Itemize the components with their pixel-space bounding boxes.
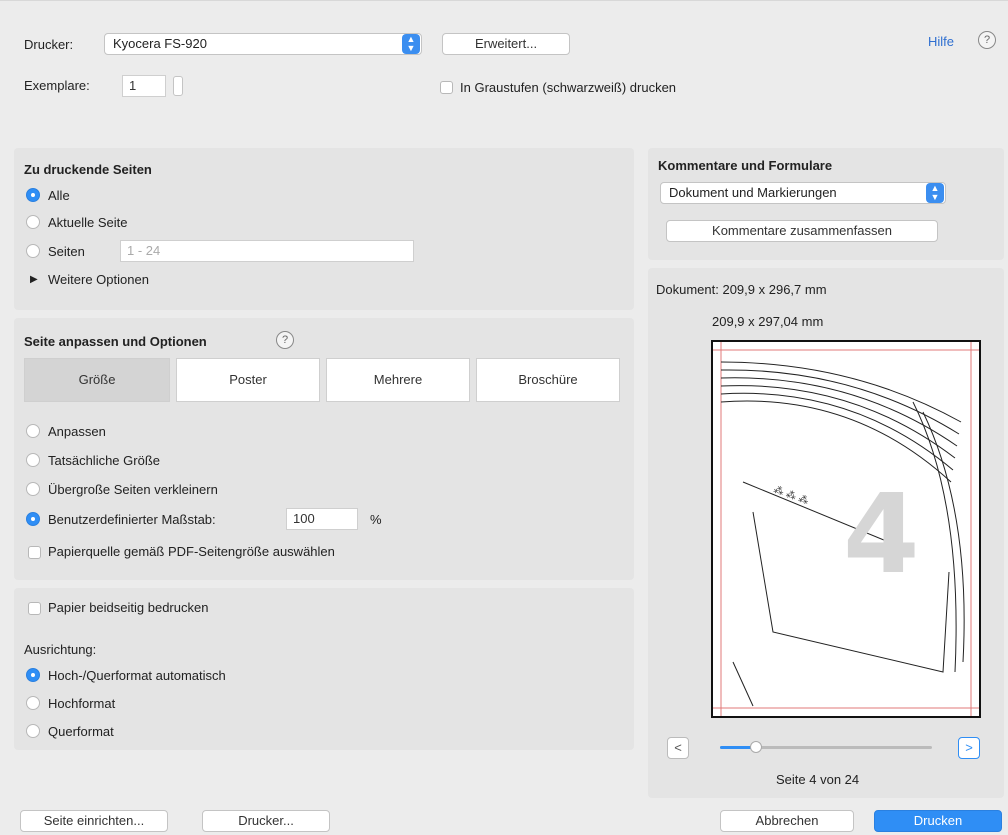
page-size-label: 209,9 x 297,04 mm xyxy=(712,314,824,329)
grayscale-label: In Graustufen (schwarzweiß) drucken xyxy=(460,80,677,95)
info-icon[interactable]: ? xyxy=(276,331,294,349)
duplex-label: Papier beidseitig bedrucken xyxy=(48,600,209,615)
page-setup-button[interactable]: Seite einrichten... xyxy=(20,810,168,832)
radio-fit[interactable] xyxy=(26,424,40,438)
page-slider-knob[interactable] xyxy=(750,741,763,753)
next-page-button[interactable]: > xyxy=(958,737,980,759)
radio-custom-scale[interactable] xyxy=(26,512,40,526)
page-preview: 4 ⁂ ⁂ ⁂ xyxy=(711,340,981,718)
cancel-button[interactable]: Abbrechen xyxy=(720,810,854,832)
radio-fit-label: Anpassen xyxy=(48,424,106,439)
radio-shrink-oversized[interactable] xyxy=(26,482,40,496)
sizing-heading: Seite anpassen und Optionen xyxy=(24,334,207,349)
printer-value: Kyocera FS-920 xyxy=(113,36,207,51)
radio-orientation-auto[interactable] xyxy=(26,668,40,682)
duplex-checkbox[interactable] xyxy=(28,602,41,615)
sewing-pattern-preview: 4 ⁂ ⁂ ⁂ xyxy=(713,342,979,716)
summarize-comments-button[interactable]: Kommentare zusammenfassen xyxy=(666,220,938,242)
more-options-label[interactable]: Weitere Optionen xyxy=(48,272,149,287)
document-size-label: Dokument: 209,9 x 296,7 mm xyxy=(656,282,827,297)
pages-range-field[interactable]: 1 - 24 xyxy=(120,240,414,262)
sizing-panel: Seite anpassen und Optionen ? Größe Post… xyxy=(14,318,634,580)
radio-landscape-label: Querformat xyxy=(48,724,114,739)
radio-current-page-label: Aktuelle Seite xyxy=(48,215,128,230)
page-indicator: Seite 4 von 24 xyxy=(776,772,860,787)
copies-label: Exemplare: xyxy=(24,78,90,93)
paper-source-label: Papierquelle gemäß PDF-Seitengröße auswä… xyxy=(48,544,335,559)
print-settings-header: Drucker: Kyocera FS-920 ▲ ▼ Erweitert... … xyxy=(0,0,1008,128)
radio-portrait-label: Hochformat xyxy=(48,696,116,711)
radio-all-label: Alle xyxy=(48,188,70,203)
pages-panel: Zu druckende Seiten Alle Aktuelle Seite … xyxy=(14,148,634,310)
radio-actual-size[interactable] xyxy=(26,453,40,467)
radio-orientation-auto-label: Hoch-/Querformat automatisch xyxy=(48,668,226,683)
help-link[interactable]: Hilfe xyxy=(928,34,954,49)
tab-booklet[interactable]: Broschüre xyxy=(476,358,620,402)
copies-field[interactable]: 1 xyxy=(122,75,166,97)
advanced-button[interactable]: Erweitert... xyxy=(442,33,570,55)
scale-unit: % xyxy=(370,512,382,527)
tab-poster[interactable]: Poster xyxy=(176,358,320,402)
radio-all[interactable] xyxy=(26,188,40,202)
printer-label: Drucker: xyxy=(24,37,74,52)
previous-page-button[interactable]: < xyxy=(667,737,689,759)
tab-multiple[interactable]: Mehrere xyxy=(326,358,470,402)
grayscale-checkbox[interactable] xyxy=(440,81,453,94)
radio-custom-scale-label: Benutzerdefinierter Maßstab: xyxy=(48,512,216,527)
comments-select-value: Dokument und Markierungen xyxy=(669,185,837,200)
scale-field[interactable]: 100 xyxy=(286,508,358,530)
radio-actual-size-label: Tatsächliche Größe xyxy=(48,453,160,468)
radio-current-page[interactable] xyxy=(26,215,40,229)
radio-landscape[interactable] xyxy=(26,724,40,738)
chevron-updown-icon: ▲ ▼ xyxy=(402,34,420,54)
radio-portrait[interactable] xyxy=(26,696,40,710)
orientation-heading: Ausrichtung: xyxy=(24,642,97,657)
pages-heading: Zu druckende Seiten xyxy=(24,162,152,177)
chevron-updown-icon: ▲ ▼ xyxy=(926,183,944,203)
radio-shrink-oversized-label: Übergroße Seiten verkleinern xyxy=(48,482,218,497)
duplex-panel: Papier beidseitig bedrucken Ausrichtung:… xyxy=(14,588,634,750)
radio-pages[interactable] xyxy=(26,244,40,258)
comments-heading: Kommentare und Formulare xyxy=(658,158,833,173)
disclosure-triangle-icon[interactable]: ▶ xyxy=(30,274,38,285)
tab-size[interactable]: Größe xyxy=(24,358,170,402)
printer-select[interactable]: Kyocera FS-920 ▲ ▼ xyxy=(104,33,422,55)
printer-button[interactable]: Drucker... xyxy=(202,810,330,832)
comments-panel: Kommentare und Formulare Dokument und Ma… xyxy=(648,148,1004,260)
radio-pages-label: Seiten xyxy=(48,244,85,259)
comments-select[interactable]: Dokument und Markierungen ▲ ▼ xyxy=(660,182,946,204)
copies-stepper[interactable] xyxy=(173,76,183,96)
svg-text:⁂ ⁂ ⁂: ⁂ ⁂ ⁂ xyxy=(772,484,810,507)
print-button[interactable]: Drucken xyxy=(874,810,1002,832)
question-icon[interactable]: ? xyxy=(978,31,996,49)
paper-source-checkbox[interactable] xyxy=(28,546,41,559)
page-number-watermark: 4 xyxy=(843,470,920,598)
